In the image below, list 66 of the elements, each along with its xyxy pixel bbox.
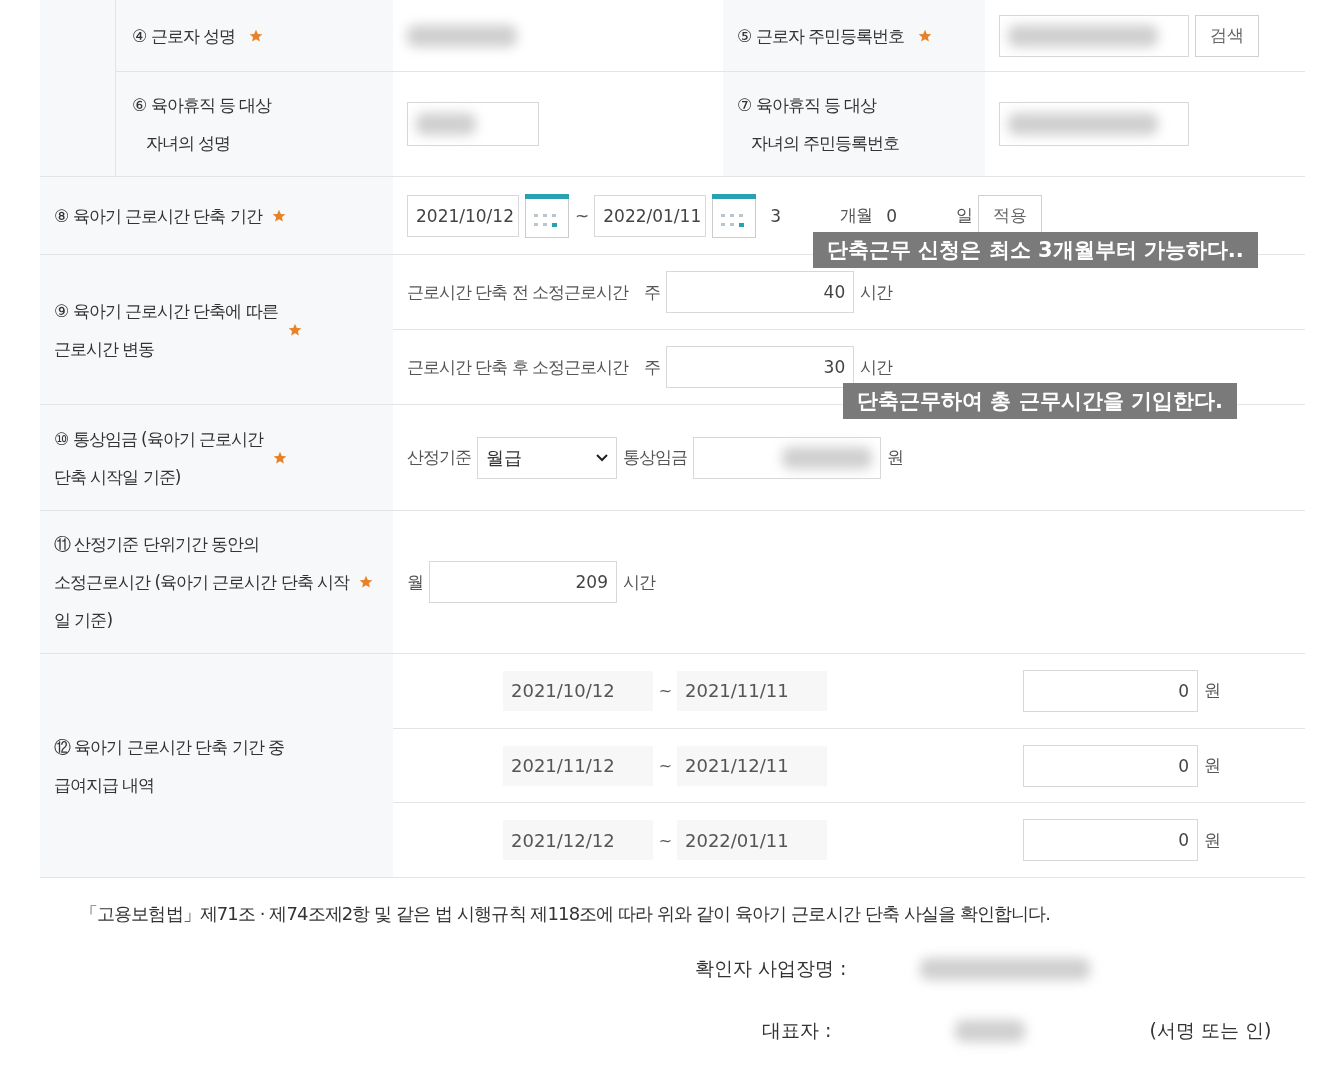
signature-note: (서명 또는 인) bbox=[1149, 1018, 1272, 1043]
tooltip: 단축근무하여 총 근무시간을 기입한다. bbox=[843, 383, 1237, 419]
date-field: 2021/12/12 bbox=[503, 820, 653, 861]
range-separator: ~ bbox=[575, 205, 589, 226]
required-star-icon bbox=[271, 208, 286, 223]
hours-field[interactable]: 30 bbox=[666, 346, 855, 388]
date-field: 2021/12/11 bbox=[677, 745, 827, 786]
range-separator: ~ bbox=[657, 830, 673, 850]
tooltip: 단축근무 신청은 최소 3개월부터 가능하다.. bbox=[813, 232, 1258, 268]
calendar-icon[interactable] bbox=[525, 193, 569, 238]
unit-label: 시간 bbox=[860, 355, 893, 379]
required-star-icon bbox=[918, 28, 933, 43]
confirm-label: 대표자 : bbox=[762, 1018, 832, 1043]
input-field[interactable] bbox=[999, 102, 1189, 146]
field-label: 통상임금 bbox=[623, 446, 687, 469]
unit-label: 일 bbox=[956, 204, 973, 227]
redacted-value bbox=[416, 113, 476, 135]
range-separator: ~ bbox=[657, 681, 673, 701]
redacted-value bbox=[955, 1020, 1026, 1042]
unit-label: 원 bbox=[887, 446, 903, 469]
confirm-label: 확인자 사업장명 : bbox=[695, 956, 847, 981]
field-label: ⑥ 육아휴직 등 대상 자녀의 성명 bbox=[132, 94, 272, 155]
hours-field[interactable]: 40 bbox=[666, 271, 855, 313]
field-label: ⑦ 육아휴직 등 대상 자녀의 주민등록번호 bbox=[737, 94, 900, 155]
date-field: 2021/10/12 bbox=[503, 670, 653, 711]
search-button[interactable]: 검색 bbox=[1195, 14, 1259, 57]
input-field[interactable] bbox=[999, 14, 1189, 57]
unit-label: 시간 bbox=[623, 570, 655, 594]
date-field[interactable]: 2021/10/12 bbox=[407, 194, 519, 237]
amount-field[interactable]: 0 bbox=[1023, 744, 1198, 787]
required-star-icon bbox=[287, 322, 302, 337]
field-label: ⑧ 육아기 근로시간 단축 기간 bbox=[54, 204, 262, 228]
calendar-icon[interactable] bbox=[712, 193, 757, 238]
field-label: ④ 근로자 성명 bbox=[132, 24, 236, 48]
hours-field[interactable]: 209 bbox=[429, 561, 617, 603]
amount-field[interactable]: 0 bbox=[1023, 819, 1198, 862]
field-label: ⑫ 육아기 근로시간 단축 기간 중 급여지급 내역 bbox=[54, 735, 285, 797]
date-field: 2021/11/11 bbox=[677, 670, 827, 711]
field-label: 산정기준 bbox=[407, 446, 471, 469]
unit-label: 시간 bbox=[860, 280, 893, 304]
required-star-icon bbox=[249, 28, 264, 43]
field-label: ⑤ 근로자 주민등록번호 bbox=[737, 24, 905, 48]
field-label: ⑪ 산정기준 단위기간 동안의 소정근로시간 (육아기 근로시간 단축 시작 일 기준) bbox=[54, 533, 350, 632]
unit-label: 주 bbox=[644, 280, 661, 304]
field-label: 근로시간 단축 전 소정근로시간 bbox=[407, 280, 629, 304]
unit-label: 원 bbox=[1204, 828, 1220, 852]
unit-label: 개월 bbox=[840, 204, 873, 227]
field-label: 근로시간 단축 후 소정근로시간 bbox=[407, 355, 629, 379]
field-label: ⑨ 육아기 근로시간 단축에 따른 근로시간 변동 bbox=[54, 299, 278, 361]
chevron-down-icon bbox=[596, 453, 608, 462]
unit-label: 원 bbox=[1204, 679, 1220, 703]
field-label: ⑩ 통상임금 (육아기 근로시간 단축 시작일 기준) bbox=[54, 427, 264, 489]
required-star-icon bbox=[273, 450, 288, 465]
range-separator: ~ bbox=[657, 756, 673, 775]
input-field[interactable] bbox=[407, 102, 539, 146]
amount-field[interactable]: 0 bbox=[1023, 669, 1198, 712]
unit-label: 원 bbox=[1204, 754, 1220, 777]
basis-dropdown[interactable]: 월급 bbox=[477, 436, 617, 479]
date-field: 2021/11/12 bbox=[503, 745, 653, 786]
required-star-icon bbox=[359, 575, 374, 589]
confirmation-statement: 「고용보험법」제71조 · 제74조제2항 및 같은 법 시행규칙 제118조에 따라 위와 같이 육아기 근로시간 단축 사실을 확인합니다. bbox=[80, 902, 1052, 926]
unit-label: 주 bbox=[644, 355, 661, 379]
date-field[interactable]: 2022/01/11 bbox=[594, 194, 707, 237]
date-field: 2022/01/11 bbox=[677, 820, 827, 861]
unit-label: 월 bbox=[407, 570, 423, 594]
wage-field[interactable] bbox=[693, 436, 881, 479]
